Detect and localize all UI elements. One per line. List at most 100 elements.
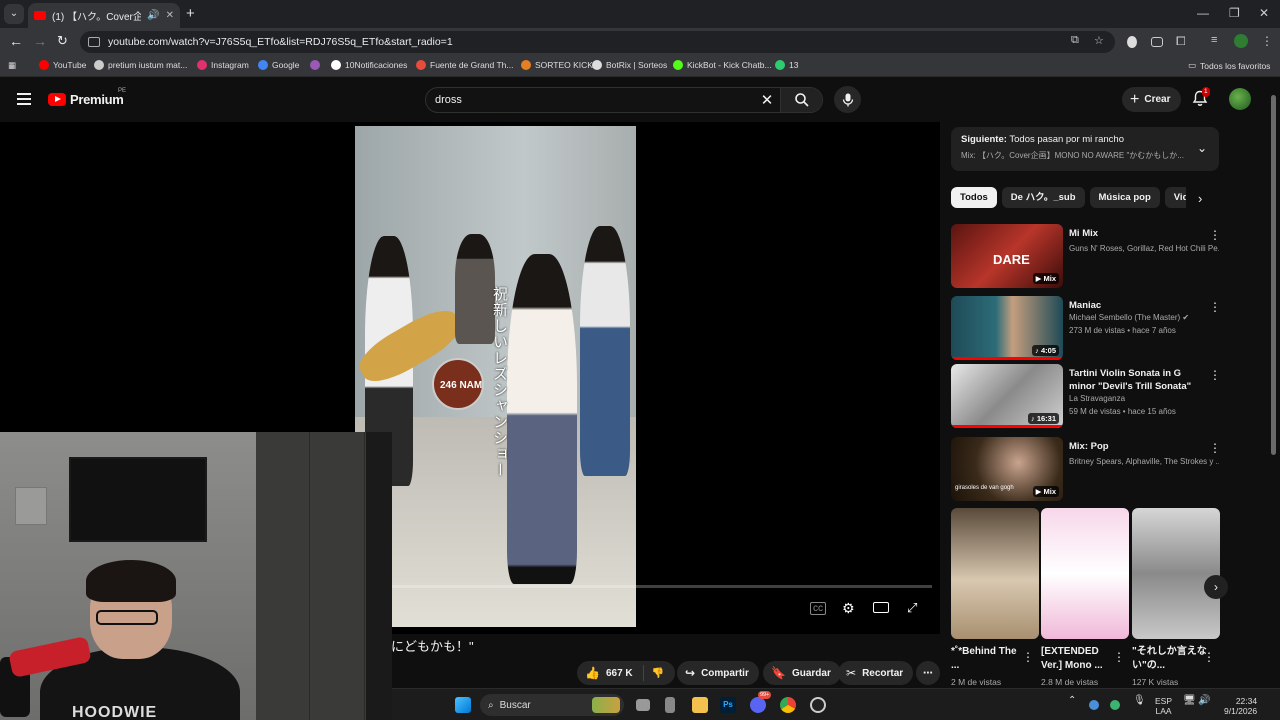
bookmark-item[interactable]: Google — [258, 60, 299, 70]
restore-icon[interactable]: ❐ — [1229, 6, 1240, 20]
chip-videos[interactable]: Videos — [1164, 187, 1186, 208]
youtube-premium-logo[interactable]: Premium PE — [48, 88, 126, 107]
windows-start-icon[interactable] — [455, 697, 471, 713]
photoshop-icon[interactable]: Ps — [720, 697, 736, 713]
clear-search-icon[interactable]: ✕ — [754, 91, 780, 109]
recommendation-item[interactable]: girasoles de van gogh ▶ Mix Mix: Pop Bri… — [951, 437, 1221, 501]
miniplayer-icon[interactable] — [873, 602, 889, 613]
thumbnail[interactable]: ♪ 4:05 — [951, 296, 1063, 360]
search-button[interactable] — [780, 88, 822, 112]
like-icon[interactable]: 👍 — [585, 666, 600, 680]
tray-chevron-icon[interactable]: ⌃ — [1068, 696, 1076, 706]
window-close-icon[interactable]: ✕ — [1259, 6, 1269, 20]
chip-todos[interactable]: Todos — [951, 187, 997, 208]
network-icon[interactable]: 🖥 — [1183, 696, 1196, 706]
shorts-next-icon[interactable]: › — [1204, 575, 1228, 599]
bookmark-item[interactable]: Fuente de Grand Th... — [416, 60, 513, 70]
thumbnail[interactable]: DARE ▶ Mix — [951, 224, 1063, 288]
chevron-right-icon[interactable]: › — [1198, 191, 1202, 206]
site-info-icon[interactable] — [88, 37, 100, 47]
forward-icon[interactable]: → — [33, 33, 47, 49]
tab-list-button[interactable]: ⌄ — [4, 4, 24, 24]
dislike-icon[interactable]: 👎 — [652, 668, 664, 679]
tray-app-icon[interactable] — [1089, 700, 1099, 710]
profile-avatar-icon[interactable] — [1234, 34, 1248, 48]
thumbnail[interactable]: girasoles de van gogh ▶ Mix — [951, 437, 1063, 501]
address-bar[interactable]: youtube.com/watch?v=J76S5q_ETfo&list=RDJ… — [80, 31, 1115, 53]
short-thumbnail[interactable] — [1132, 508, 1220, 639]
short-title[interactable]: "それしか言えない"の... — [1132, 645, 1208, 673]
task-view-icon[interactable] — [636, 699, 650, 711]
install-app-icon[interactable]: ⧉ — [1071, 34, 1079, 47]
tray-security-icon[interactable] — [1110, 700, 1120, 710]
settings-gear-icon[interactable]: ⚙ — [842, 600, 855, 617]
recommendation-item[interactable]: ♪ 4:05 Maniac Michael Sembello (The Mast… — [951, 296, 1221, 360]
kebab-menu-icon[interactable]: ⋮ — [1203, 650, 1215, 664]
browser-menu-icon[interactable]: ⋮ — [1261, 34, 1273, 48]
video-title[interactable]: Tartini Violin Sonata in G minor "Devil'… — [1069, 367, 1209, 393]
fullscreen-icon[interactable]: ⤢ — [907, 600, 917, 616]
short-title[interactable]: *˚*Behind The ... — [951, 645, 1027, 673]
bookmark-item[interactable]: BotRix | Sorteos — [592, 60, 667, 70]
all-bookmarks-folder[interactable]: ▭ Todos los favoritos — [1188, 60, 1270, 71]
bookmark-item[interactable]: pretium iustum mat... — [94, 60, 187, 70]
save-button[interactable]: 🔖 Guardar — [763, 661, 841, 685]
bookmark-item[interactable]: KickBot - Kick Chatb... — [673, 60, 772, 70]
tab-close-icon[interactable]: ✕ — [166, 10, 174, 21]
subtitles-icon[interactable]: cc — [810, 602, 826, 615]
menu-hamburger-icon[interactable] — [17, 93, 31, 108]
volume-icon[interactable]: 🔊 — [1198, 696, 1210, 706]
system-clock[interactable]: 22:34 9/1/2026 — [1224, 696, 1257, 716]
like-count[interactable]: 667 K — [606, 668, 633, 679]
bookmark-item[interactable]: 13 — [775, 60, 798, 70]
reading-list-icon[interactable]: ≡ — [1211, 34, 1217, 46]
bookmark-item[interactable] — [310, 60, 320, 70]
video-frame[interactable]: 246 NAM 祝新しいレズシャンショー — [355, 126, 636, 627]
taskbar-search[interactable]: ⌕ Buscar — [480, 694, 624, 716]
new-tab-button[interactable]: + — [186, 5, 195, 22]
media-icon[interactable] — [1151, 37, 1163, 47]
chip-pop[interactable]: Música pop — [1089, 187, 1160, 208]
recommendation-item[interactable]: DARE ▶ Mix Mi Mix Guns N' Roses, Gorilla… — [951, 224, 1221, 288]
kebab-menu-icon[interactable]: ⋮ — [1209, 228, 1221, 242]
bookmark-item[interactable]: 10Notificaciones — [331, 60, 407, 70]
speaker-icon[interactable]: 🔊 — [147, 10, 159, 21]
video-title[interactable]: Maniac — [1069, 299, 1209, 312]
kebab-menu-icon[interactable]: ⋮ — [1209, 300, 1221, 314]
bookmark-star-icon[interactable]: ☆ — [1094, 34, 1104, 47]
chevron-down-icon[interactable]: ⌄ — [1197, 141, 1207, 155]
file-explorer-icon[interactable] — [692, 697, 708, 713]
kebab-menu-icon[interactable]: ⋮ — [1113, 650, 1125, 664]
language-indicator[interactable]: ESP LAA — [1155, 696, 1172, 716]
more-actions-button[interactable]: ⋯ — [916, 661, 940, 685]
short-title[interactable]: [EXTENDED Ver.] Mono ... — [1041, 645, 1117, 673]
extension-icon[interactable] — [1127, 36, 1137, 48]
notifications-button[interactable]: 1 — [1192, 87, 1210, 112]
tray-mic-icon[interactable]: 🎙 — [1133, 696, 1146, 706]
kebab-menu-icon[interactable]: ⋮ — [1209, 368, 1221, 382]
terminal-icon[interactable] — [665, 697, 675, 713]
share-button[interactable]: ↪ Compartir — [677, 661, 759, 685]
recording-app-icon[interactable] — [810, 697, 826, 713]
short-thumbnail[interactable] — [1041, 508, 1129, 639]
apps-grid-icon[interactable]: ▦ — [8, 60, 16, 71]
up-next-panel[interactable]: Siguiente: Todos pasan por mi rancho Mix… — [951, 127, 1219, 171]
bookmark-item[interactable]: SORTEO KICK — [521, 60, 593, 70]
kebab-menu-icon[interactable]: ⋮ — [1022, 650, 1034, 664]
back-icon[interactable]: ← — [9, 33, 23, 49]
create-button[interactable]: + Crear — [1122, 87, 1182, 112]
discord-icon[interactable]: 99+ — [750, 691, 772, 713]
chip-channel[interactable]: De ハク。_sub — [1001, 187, 1085, 208]
browser-tab-active[interactable]: (1) 【ハク。Cover企画】MONO 🔊 ✕ — [28, 3, 180, 28]
video-progress-bar[interactable] — [392, 585, 932, 588]
extensions-puzzle-icon[interactable]: ⧠ — [1176, 34, 1186, 49]
video-title[interactable]: Mix: Pop — [1069, 440, 1209, 453]
reload-icon[interactable]: ↻ — [57, 33, 68, 49]
voice-search-button[interactable] — [834, 86, 861, 113]
page-scrollbar[interactable] — [1271, 85, 1277, 685]
recommendation-item[interactable]: ♪ 16:31 Tartini Violin Sonata in G minor… — [951, 364, 1221, 428]
video-title[interactable]: Mi Mix — [1069, 227, 1209, 240]
thumbnail[interactable]: ♪ 16:31 — [951, 364, 1063, 428]
search-input[interactable]: dross — [426, 94, 754, 106]
kebab-menu-icon[interactable]: ⋮ — [1209, 441, 1221, 455]
